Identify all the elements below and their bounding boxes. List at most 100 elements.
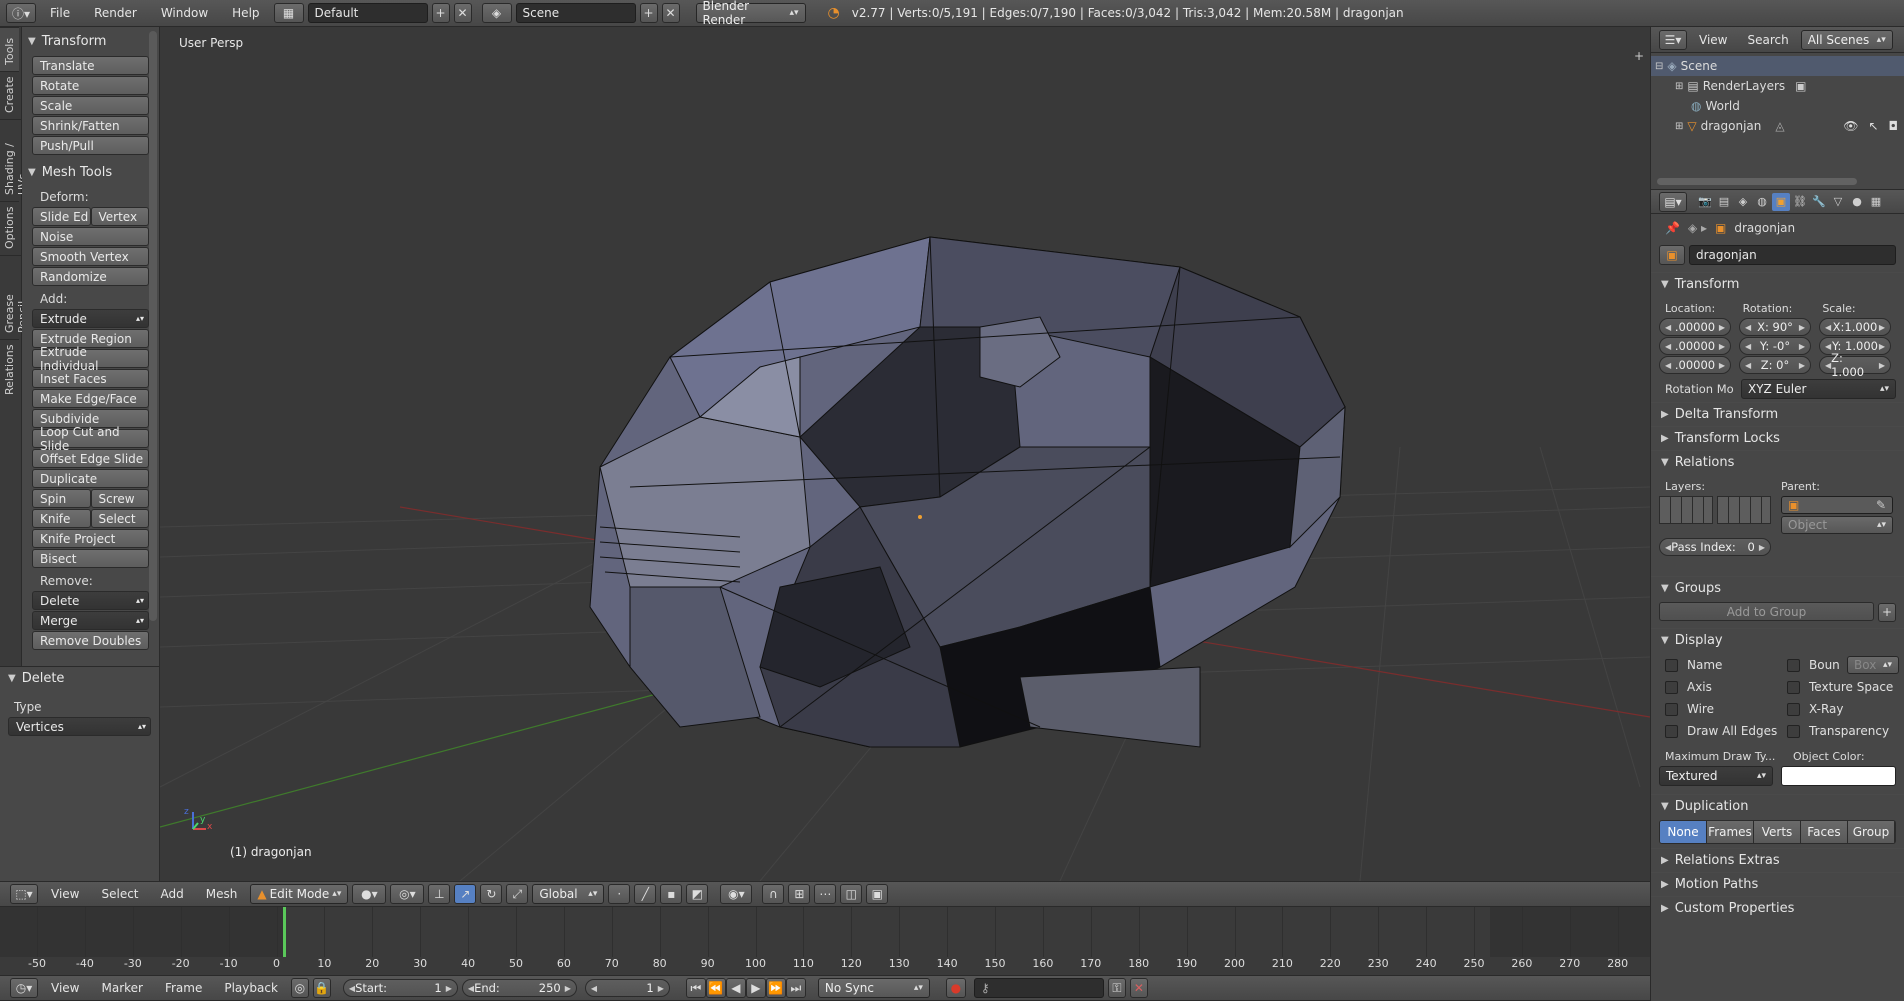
- timeline-menu-playback[interactable]: Playback: [215, 981, 287, 995]
- display-axis-checkbox[interactable]: Axis: [1665, 676, 1787, 698]
- tab-relations[interactable]: Relations: [0, 339, 19, 401]
- panel-transform-locks[interactable]: ▶ Transform Locks: [1651, 426, 1904, 450]
- scene-icon[interactable]: ◈: [481, 3, 512, 23]
- rotate-button[interactable]: Rotate: [32, 76, 149, 95]
- mode-select[interactable]: ▲ Edit Mode ▴▾: [250, 884, 349, 904]
- sync-select[interactable]: No Sync ▴▾: [817, 978, 930, 998]
- bounds-type-select[interactable]: Box ▴▾: [1847, 656, 1899, 674]
- menu-help[interactable]: Help: [222, 6, 269, 20]
- editor-type-icon[interactable]: ⓘ▾: [6, 3, 36, 23]
- outliner-item-dragonjan[interactable]: ⊞ ▽ dragonjan ◬ 👁 ↖ ◘: [1651, 116, 1904, 136]
- shrink-fatten-button[interactable]: Shrink/Fatten: [32, 116, 149, 135]
- next-key-icon[interactable]: ⏩: [765, 978, 786, 998]
- knife-select-button[interactable]: Select: [90, 509, 149, 528]
- screen-layout-icon[interactable]: ▦: [273, 3, 304, 23]
- delete-menu[interactable]: Delete ▴▾: [32, 591, 149, 610]
- display-bounds-checkbox[interactable]: Boun Box ▴▾: [1787, 654, 1899, 676]
- vertex-select-icon[interactable]: ·: [608, 884, 631, 904]
- edge-select-icon[interactable]: ╱: [634, 884, 657, 904]
- scene-tab-icon[interactable]: ◈: [1734, 193, 1752, 211]
- modifiers-tab-icon[interactable]: 🔧: [1810, 193, 1828, 211]
- add-to-group-button[interactable]: Add to Group: [1659, 602, 1874, 621]
- snap-element-icon[interactable]: ⊞: [788, 884, 811, 904]
- render-tab-icon[interactable]: 📷: [1696, 193, 1714, 211]
- object-tab-icon[interactable]: ▣: [1772, 192, 1790, 211]
- render-still-icon[interactable]: ◫: [840, 884, 863, 904]
- add-group-plus-icon[interactable]: +: [1878, 602, 1896, 622]
- dup-none-option[interactable]: None: [1660, 821, 1707, 843]
- outliner-item-renderlayers[interactable]: ⊞ ▤ RenderLayers ▣: [1651, 76, 1904, 96]
- panel-transform[interactable]: ▼ Transform: [28, 30, 153, 52]
- view3d-menu-add[interactable]: Add: [152, 887, 193, 901]
- display-texture-space-checkbox[interactable]: Texture Space: [1787, 676, 1899, 698]
- view3d-menu-select[interactable]: Select: [92, 887, 147, 901]
- add-scene-icon[interactable]: +: [639, 3, 658, 23]
- view3d-menu-view[interactable]: View: [42, 887, 88, 901]
- rotate-manipulator-icon[interactable]: ↻: [480, 884, 503, 904]
- jump-start-icon[interactable]: ⏮: [685, 978, 706, 998]
- snap-icon[interactable]: ∩: [762, 884, 785, 904]
- viewport-plus-icon[interactable]: +: [1634, 49, 1644, 63]
- keying-set-field[interactable]: ⚷: [973, 978, 1104, 998]
- eyedropper-icon[interactable]: ✎: [1876, 498, 1886, 512]
- material-tab-icon[interactable]: ●: [1848, 193, 1866, 211]
- display-draw-all-edges-checkbox[interactable]: Draw All Edges: [1665, 720, 1787, 742]
- delete-type-select[interactable]: Vertices ▴▾: [8, 717, 151, 736]
- extrude-menu[interactable]: Extrude ▴▾: [32, 309, 149, 328]
- location-z-field[interactable]: ◀ .00000 ▶: [1659, 356, 1731, 374]
- pass-index-field[interactable]: ◀ Pass Index: 0 ▶: [1659, 538, 1771, 556]
- layout-field[interactable]: Default: [307, 3, 428, 23]
- outliner-hscroll[interactable]: [1657, 178, 1857, 185]
- manipulator-icon[interactable]: ⊥: [428, 884, 451, 904]
- add-layout-icon[interactable]: +: [431, 3, 450, 23]
- record-icon[interactable]: ●: [945, 978, 966, 998]
- extrude-individual-button[interactable]: Extrude Individual: [32, 345, 149, 373]
- panel-duplication[interactable]: ▼ Duplication: [1651, 794, 1904, 818]
- texture-tab-icon[interactable]: ▦: [1867, 193, 1885, 211]
- outliner-filter-select[interactable]: All Scenes ▴▾: [1800, 29, 1893, 50]
- screw-button[interactable]: Screw: [90, 489, 149, 508]
- pin-icon[interactable]: 📌: [1665, 221, 1680, 235]
- timeline-menu-view[interactable]: View: [42, 981, 88, 995]
- viewport-shading-icon[interactable]: ●▾: [352, 884, 387, 904]
- object-name-field[interactable]: dragonjan: [1689, 245, 1896, 265]
- make-edge-face-button[interactable]: Make Edge/Face: [32, 389, 149, 408]
- display-transparency-checkbox[interactable]: Transparency: [1787, 720, 1899, 742]
- visibility-eye-icon[interactable]: 👁: [1843, 119, 1858, 133]
- insert-keyframe-icon[interactable]: ⚿: [1107, 978, 1126, 998]
- view3d-editor-icon[interactable]: ⬚▾: [10, 884, 38, 904]
- vertex-slide-button[interactable]: Vertex: [90, 207, 149, 226]
- timeline-editor-icon[interactable]: ◷▾: [10, 978, 38, 998]
- current-frame-field[interactable]: ◀ 1 ▶: [584, 979, 670, 997]
- lock-icon[interactable]: 🔒: [312, 978, 331, 998]
- dup-frames-option[interactable]: Frames: [1707, 821, 1754, 843]
- render-anim-icon[interactable]: ▣: [866, 884, 889, 904]
- outliner-editor-icon[interactable]: ☰▾: [1659, 29, 1687, 50]
- slide-edge-button[interactable]: Slide Ed: [32, 207, 91, 226]
- panel-custom-properties[interactable]: ▶ Custom Properties: [1651, 896, 1904, 920]
- loop-cut-slide-button[interactable]: Loop Cut and Slide: [32, 425, 149, 453]
- bisect-button[interactable]: Bisect: [32, 549, 149, 568]
- noise-button[interactable]: Noise: [32, 227, 149, 246]
- menu-render[interactable]: Render: [84, 6, 147, 20]
- scale-manipulator-icon[interactable]: ⤢: [506, 884, 529, 904]
- knife-project-button[interactable]: Knife Project: [32, 529, 149, 548]
- outliner-item-scene[interactable]: ⊟ ◈ Scene: [1651, 56, 1904, 76]
- tab-options[interactable]: Options: [0, 201, 19, 255]
- panel-relations-extras[interactable]: ▶ Relations Extras: [1651, 848, 1904, 872]
- viewport-3d[interactable]: User Persp z x y (1) dragonjan +: [160, 27, 1650, 881]
- orientation-select[interactable]: Global ▴▾: [532, 884, 605, 904]
- renderable-camera-icon[interactable]: ◘: [1889, 119, 1899, 133]
- toolshelf-scrollbar[interactable]: [149, 31, 157, 621]
- prev-key-icon[interactable]: ⏪: [705, 978, 726, 998]
- layers-grid-a[interactable]: [1659, 496, 1713, 524]
- face-select-icon[interactable]: ▪: [660, 884, 683, 904]
- duplicate-button[interactable]: Duplicate: [32, 469, 149, 488]
- end-frame-field[interactable]: ◀ End: 250 ▶: [461, 979, 577, 997]
- panel-display[interactable]: ▼ Display: [1651, 628, 1904, 652]
- rotation-z-field[interactable]: ◀ Z: 0° ▶: [1739, 356, 1811, 374]
- rotation-x-field[interactable]: ◀ X: 90° ▶: [1739, 318, 1811, 336]
- scale-x-field[interactable]: ◀ X:1.000 ▶: [1819, 318, 1891, 336]
- delete-keyframe-icon[interactable]: ✕: [1129, 978, 1148, 998]
- menu-file[interactable]: File: [40, 6, 80, 20]
